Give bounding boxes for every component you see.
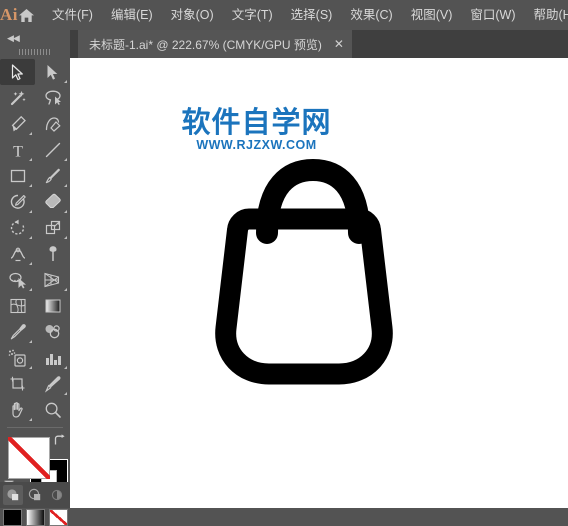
tool-grid: T bbox=[0, 57, 70, 423]
pen-tool[interactable] bbox=[0, 111, 35, 137]
color-mode-buttons bbox=[0, 509, 70, 526]
swap-fill-stroke-icon[interactable] bbox=[52, 434, 66, 452]
none-slash-icon bbox=[8, 437, 50, 479]
shaper-tool[interactable] bbox=[0, 189, 35, 215]
free-transform-tool[interactable] bbox=[35, 241, 70, 267]
draw-inside-button[interactable] bbox=[47, 485, 67, 505]
toolbar-drag-handle[interactable] bbox=[0, 46, 70, 57]
flyout-indicator-icon bbox=[29, 210, 32, 213]
tools-panel: ◀◀ bbox=[0, 30, 71, 508]
gradient-mode-button[interactable] bbox=[26, 509, 45, 526]
home-icon[interactable] bbox=[18, 0, 35, 30]
slice-tool[interactable] bbox=[35, 371, 70, 397]
gradient-tool[interactable] bbox=[35, 293, 70, 319]
eraser-tool[interactable] bbox=[35, 189, 70, 215]
flyout-indicator-icon bbox=[64, 366, 67, 369]
flyout-indicator-icon bbox=[29, 366, 32, 369]
none-mode-button[interactable] bbox=[49, 509, 68, 526]
document-tab[interactable]: 未标题-1.ai* @ 222.67% (CMYK/GPU 预览) ✕ bbox=[78, 30, 352, 58]
mesh-tool[interactable] bbox=[0, 293, 35, 319]
blend-tool[interactable] bbox=[35, 319, 70, 345]
flyout-indicator-icon bbox=[29, 262, 32, 265]
close-icon[interactable]: ✕ bbox=[334, 38, 344, 50]
flyout-indicator-icon bbox=[64, 158, 67, 161]
zoom-tool[interactable] bbox=[35, 397, 70, 423]
menu-item-file[interactable]: 文件(F) bbox=[43, 0, 102, 30]
menu-item-effect[interactable]: 效果(C) bbox=[341, 0, 401, 30]
flyout-indicator-icon bbox=[29, 158, 32, 161]
none-slash-icon bbox=[50, 510, 67, 525]
magic-wand-tool[interactable] bbox=[0, 85, 35, 111]
flyout-indicator-icon bbox=[64, 288, 67, 291]
document-tab-bar: 未标题-1.ai* @ 222.67% (CMYK/GPU 预览) ✕ bbox=[70, 30, 568, 59]
flyout-indicator-icon bbox=[64, 236, 67, 239]
symbol-sprayer-tool[interactable] bbox=[0, 345, 35, 371]
lasso-tool[interactable] bbox=[35, 85, 70, 111]
menu-item-type[interactable]: 文字(T) bbox=[223, 0, 282, 30]
svg-text:T: T bbox=[13, 143, 23, 159]
flyout-indicator-icon bbox=[64, 184, 67, 187]
menu-item-help[interactable]: 帮助(H bbox=[525, 0, 568, 30]
curvature-tool[interactable] bbox=[35, 111, 70, 137]
grip-dots-icon bbox=[19, 49, 51, 55]
flyout-indicator-icon bbox=[29, 288, 32, 291]
toolbar-collapse-button[interactable]: ◀◀ bbox=[0, 30, 70, 46]
menu-item-select[interactable]: 选择(S) bbox=[282, 0, 342, 30]
illustrator-window: Ai 文件(F) 编辑(E) 对象(O) 文字(T) 选择(S) 效果(C) 视… bbox=[0, 0, 568, 508]
toolbar-divider bbox=[7, 427, 63, 428]
flyout-indicator-icon bbox=[29, 340, 32, 343]
rotate-tool[interactable] bbox=[0, 215, 35, 241]
width-tool[interactable] bbox=[0, 241, 35, 267]
scale-tool[interactable] bbox=[35, 215, 70, 241]
rectangle-tool[interactable] bbox=[0, 163, 35, 189]
shape-builder-tool[interactable] bbox=[0, 267, 35, 293]
double-chevron-left-icon: ◀◀ bbox=[7, 34, 19, 43]
flyout-indicator-icon bbox=[64, 392, 67, 395]
direct-selection-tool[interactable] bbox=[35, 59, 70, 85]
flyout-indicator-icon bbox=[29, 418, 32, 421]
type-tool[interactable]: T bbox=[0, 137, 35, 163]
menu-items: 文件(F) 编辑(E) 对象(O) 文字(T) 选择(S) 效果(C) 视图(V… bbox=[43, 0, 568, 30]
menu-bar: Ai 文件(F) 编辑(E) 对象(O) 文字(T) 选择(S) 效果(C) 视… bbox=[0, 0, 568, 30]
handbag-shape[interactable] bbox=[70, 58, 568, 508]
menu-item-object[interactable]: 对象(O) bbox=[162, 0, 223, 30]
ai-logo-icon: Ai bbox=[0, 0, 18, 30]
eyedropper-tool[interactable] bbox=[0, 319, 35, 345]
draw-mode-buttons bbox=[0, 482, 70, 508]
fill-swatch[interactable] bbox=[8, 437, 50, 479]
menu-item-window[interactable]: 窗口(W) bbox=[461, 0, 524, 30]
flyout-indicator-icon bbox=[64, 80, 67, 83]
draw-normal-button[interactable] bbox=[3, 485, 23, 505]
menu-item-view[interactable]: 视图(V) bbox=[402, 0, 462, 30]
hand-tool[interactable] bbox=[0, 397, 35, 423]
perspective-grid-tool[interactable] bbox=[35, 267, 70, 293]
draw-behind-button[interactable] bbox=[25, 485, 45, 505]
artboard-tool[interactable] bbox=[0, 371, 35, 397]
color-mode-button[interactable] bbox=[3, 509, 22, 526]
paintbrush-tool[interactable] bbox=[35, 163, 70, 189]
flyout-indicator-icon bbox=[64, 210, 67, 213]
column-graph-tool[interactable] bbox=[35, 345, 70, 371]
selection-tool[interactable] bbox=[0, 59, 35, 85]
canvas-area[interactable]: 软件自学网 WWW.RJZXW.COM bbox=[70, 58, 568, 508]
flyout-indicator-icon bbox=[29, 184, 32, 187]
flyout-indicator-icon bbox=[29, 132, 32, 135]
flyout-indicator-icon bbox=[29, 236, 32, 239]
menu-item-edit[interactable]: 编辑(E) bbox=[102, 0, 162, 30]
line-segment-tool[interactable] bbox=[35, 137, 70, 163]
document-tab-title: 未标题-1.ai* @ 222.67% (CMYK/GPU 预览) bbox=[89, 36, 322, 53]
